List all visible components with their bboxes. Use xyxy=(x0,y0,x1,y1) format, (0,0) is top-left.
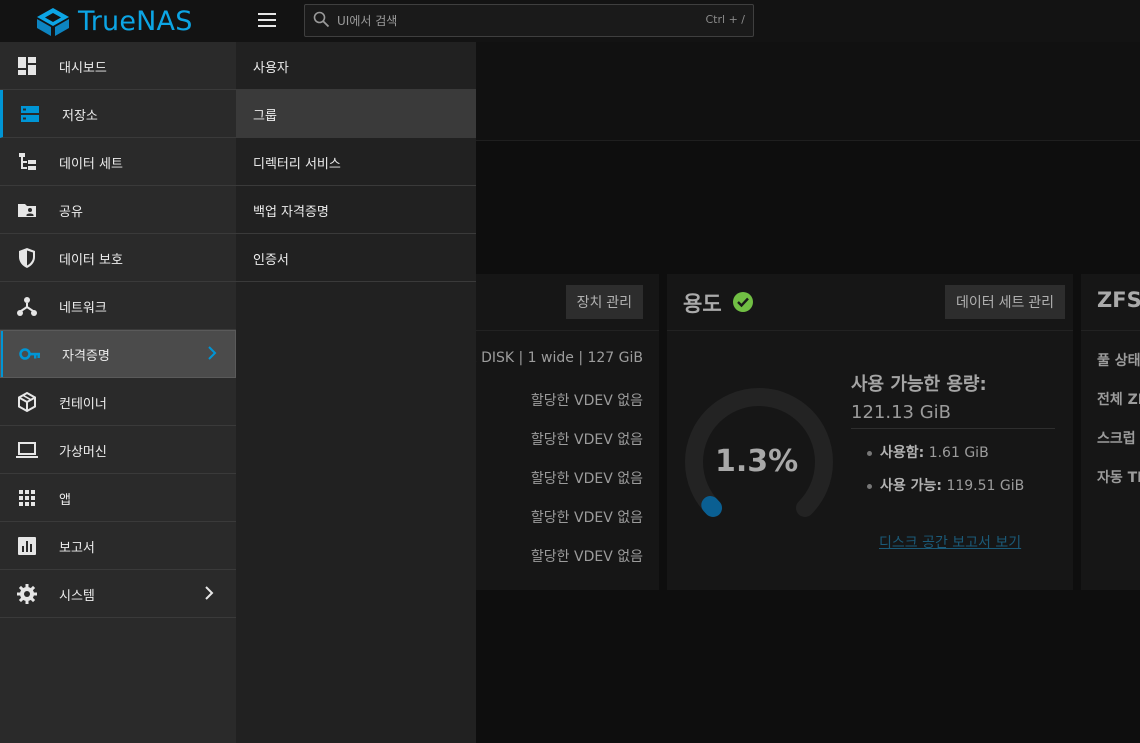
credentials-submenu: 사용자 그룹 디렉터리 서비스 백업 자격증명 인증서 xyxy=(236,42,476,743)
dashboard-icon xyxy=(18,57,36,75)
sidebar-item-label: 컨테이너 xyxy=(59,397,107,412)
report-icon xyxy=(18,537,36,555)
available-capacity-title: 사용 가능한 용량: xyxy=(851,374,987,395)
zfs-row: 전체 ZF xyxy=(1097,392,1140,408)
logo-text: TrueNAS xyxy=(78,6,193,37)
submenu-item-users[interactable]: 사용자 xyxy=(236,42,476,90)
used-value: 1.61 GiB xyxy=(928,445,989,461)
dataset-tree-icon xyxy=(19,153,36,170)
topology-row: 1 x DISK | 1 wide | 127 GiB xyxy=(476,350,643,366)
sidebar-item-label: 데이터 세트 xyxy=(59,157,123,172)
free-value: 119.51 GiB xyxy=(946,478,1025,494)
laptop-icon xyxy=(16,442,38,458)
topology-row: 할당한 VDEV 없음 xyxy=(530,510,643,526)
top-bar: TrueNAS Ctrl + / xyxy=(0,0,1140,42)
topology-row: 할당한 VDEV 없음 xyxy=(530,393,643,409)
topology-card: 장치 관리 1 x DISK | 1 wide | 127 GiB 할당한 VD… xyxy=(476,274,659,590)
submenu-item-label: 디렉터리 서비스 xyxy=(253,157,341,172)
gear-icon xyxy=(17,584,37,604)
zfs-row: 스크럽 xyxy=(1097,431,1136,447)
zfs-row: 풀 상태 xyxy=(1097,353,1140,369)
submenu-item-label: 사용자 xyxy=(253,61,289,76)
sidebar-item-shares[interactable]: 공유 xyxy=(0,186,236,234)
storage-icon xyxy=(21,106,39,122)
submenu-item-groups[interactable]: 그룹 xyxy=(236,90,476,138)
sidebar-item-label: 앱 xyxy=(59,493,71,508)
sidebar-item-system[interactable]: 시스템 xyxy=(0,570,236,618)
free-stat: 사용 가능: 119.51 GiB xyxy=(867,475,1024,495)
apps-grid-icon xyxy=(19,490,35,506)
gauge-fill xyxy=(701,496,723,517)
network-icon xyxy=(17,297,37,316)
sidebar-item-label: 데이터 보호 xyxy=(59,253,123,268)
chevron-right-icon xyxy=(208,346,217,360)
submenu-item-label: 백업 자격증명 xyxy=(253,205,329,220)
sidebar-item-credentials[interactable]: 자격증명 xyxy=(0,330,236,378)
sidebar-item-apps[interactable]: 앱 xyxy=(0,474,236,522)
sidebar-item-label: 네트워크 xyxy=(59,301,107,316)
search-box[interactable]: Ctrl + / xyxy=(304,4,754,37)
usage-card: 용도 데이터 세트 관리 1.3% 사용 가능한 용량: 121.13 GiB … xyxy=(667,274,1073,590)
sidebar-item-datasets[interactable]: 데이터 세트 xyxy=(0,138,236,186)
sidebar-item-label: 저장소 xyxy=(62,109,98,124)
sidebar: 대시보드 저장소 데이터 세트 공유 데이터 보호 네트워크 자격증명 컨테이너… xyxy=(0,42,236,743)
topology-row: 할당한 VDEV 없음 xyxy=(530,432,643,448)
usage-percent: 1.3% xyxy=(715,444,799,479)
usage-card-header: 용도 데이터 세트 관리 xyxy=(667,274,1073,331)
truenas-logo-icon xyxy=(37,7,69,36)
used-stat: 사용함: 1.61 GiB xyxy=(867,442,989,462)
topology-card-header: 장치 관리 xyxy=(476,274,659,331)
folder-share-icon xyxy=(18,204,36,217)
usage-card-title: 용도 xyxy=(683,292,722,316)
submenu-item-label: 인증서 xyxy=(253,253,289,268)
submenu-item-certificates[interactable]: 인증서 xyxy=(236,234,476,282)
check-circle-icon xyxy=(733,292,753,312)
zfs-card: ZFS 풀 상태 전체 ZF 스크럽 자동 TR xyxy=(1081,274,1140,590)
available-capacity-value: 121.13 GiB xyxy=(851,402,952,423)
search-input[interactable] xyxy=(335,11,669,31)
submenu-item-directory-services[interactable]: 디렉터리 서비스 xyxy=(236,138,476,186)
sidebar-item-label: 자격증명 xyxy=(62,349,110,364)
sidebar-item-label: 가상머신 xyxy=(59,445,107,460)
sidebar-item-dashboard[interactable]: 대시보드 xyxy=(0,42,236,90)
sidebar-item-reports[interactable]: 보고서 xyxy=(0,522,236,570)
topology-row: 할당한 VDEV 없음 xyxy=(530,549,643,565)
shield-icon xyxy=(19,248,35,268)
free-label: 사용 가능: xyxy=(880,478,942,494)
search-shortcut-hint: Ctrl + / xyxy=(705,13,746,26)
sidebar-item-network[interactable]: 네트워크 xyxy=(0,282,236,330)
page-backdrop: 장치 관리 1 x DISK | 1 wide | 127 GiB 할당한 VD… xyxy=(476,42,1140,743)
sidebar-item-virtual-machines[interactable]: 가상머신 xyxy=(0,426,236,474)
search-icon xyxy=(313,11,330,28)
chevron-right-icon xyxy=(205,586,214,600)
key-icon xyxy=(19,348,40,360)
divider xyxy=(851,428,1055,429)
manage-devices-button[interactable]: 장치 관리 xyxy=(565,285,643,319)
sidebar-item-storage[interactable]: 저장소 xyxy=(0,90,236,138)
zfs-card-title: ZFS xyxy=(1097,288,1140,312)
submenu-item-backup-credentials[interactable]: 백업 자격증명 xyxy=(236,186,476,234)
cube-icon xyxy=(18,391,36,413)
menu-toggle-button[interactable] xyxy=(258,13,276,27)
manage-datasets-button[interactable]: 데이터 세트 관리 xyxy=(945,285,1065,319)
topology-row: 할당한 VDEV 없음 xyxy=(530,471,643,487)
submenu-item-label: 그룹 xyxy=(253,109,277,124)
disk-space-report-link[interactable]: 디스크 공간 보고서 보기 xyxy=(879,532,1021,552)
used-label: 사용함: xyxy=(880,445,925,461)
sidebar-item-label: 보고서 xyxy=(59,541,95,556)
sidebar-item-label: 대시보드 xyxy=(59,61,107,76)
truenas-logo[interactable]: TrueNAS xyxy=(36,6,193,37)
sidebar-item-data-protection[interactable]: 데이터 보호 xyxy=(0,234,236,282)
page-header-area xyxy=(476,42,1140,141)
zfs-row: 자동 TR xyxy=(1097,470,1140,486)
zfs-card-header: ZFS xyxy=(1081,274,1140,331)
sidebar-item-containers[interactable]: 컨테이너 xyxy=(0,378,236,426)
sidebar-item-label: 시스템 xyxy=(59,589,95,604)
sidebar-item-label: 공유 xyxy=(59,205,83,220)
